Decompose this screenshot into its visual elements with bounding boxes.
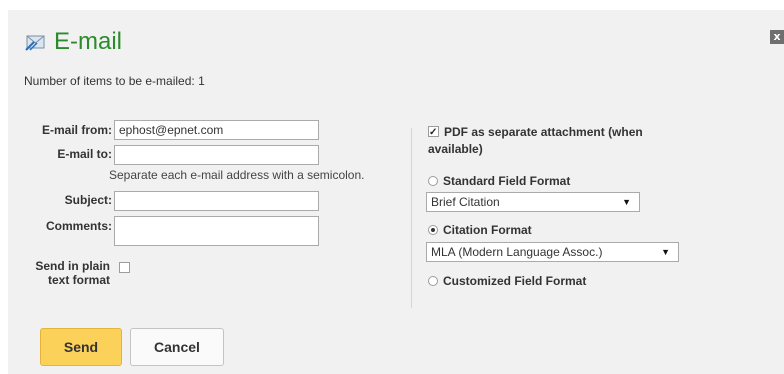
standard-format-option[interactable]: Standard Field Format	[428, 174, 570, 188]
chevron-down-icon: ▼	[661, 247, 670, 257]
customized-format-option[interactable]: Customized Field Format	[428, 274, 586, 288]
email-to-field[interactable]	[114, 145, 319, 165]
citation-format-value: MLA (Modern Language Assoc.)	[431, 245, 603, 259]
standard-format-radio[interactable]	[428, 176, 438, 186]
subject-label: Subject:	[64, 193, 112, 207]
pdf-attachment-label-line2: available)	[428, 142, 483, 156]
customized-format-label: Customized Field Format	[443, 274, 587, 288]
dialog-title: E-mail	[24, 28, 122, 56]
email-to-hint: Separate each e-mail address with a semi…	[109, 168, 365, 182]
citation-format-option[interactable]: Citation Format	[428, 223, 532, 237]
pdf-attachment-checkbox[interactable]	[428, 124, 439, 141]
items-count: Number of items to be e-mailed: 1	[24, 74, 205, 88]
column-divider	[411, 128, 412, 308]
email-dialog: x E-mail Number of items to be e-mailed:…	[8, 10, 784, 374]
comments-label: Comments:	[45, 219, 112, 233]
comments-field[interactable]	[114, 216, 319, 246]
plain-text-label: Send in plain text format	[18, 259, 110, 287]
citation-format-select[interactable]: MLA (Modern Language Assoc.) ▼	[426, 242, 679, 262]
cancel-button[interactable]: Cancel	[130, 328, 224, 366]
send-button[interactable]: Send	[40, 328, 122, 366]
envelope-icon	[25, 35, 45, 51]
customized-format-radio[interactable]	[428, 276, 438, 286]
plain-text-checkbox[interactable]	[119, 262, 130, 273]
chevron-down-icon: ▼	[622, 197, 631, 207]
pdf-attachment-option[interactable]: PDF as separate attachment (when availab…	[428, 124, 643, 158]
pdf-attachment-label-line1: PDF as separate attachment (when	[444, 125, 643, 139]
citation-format-label: Citation Format	[443, 223, 532, 237]
to-label: E-mail to:	[57, 147, 112, 161]
standard-format-value: Brief Citation	[431, 195, 500, 209]
dialog-title-text: E-mail	[54, 28, 123, 55]
plain-text-label-line2: text format	[47, 273, 110, 287]
close-icon[interactable]: x	[770, 30, 784, 44]
standard-format-select[interactable]: Brief Citation ▼	[426, 192, 640, 212]
plain-text-label-line1: Send in plain	[35, 259, 110, 273]
subject-field[interactable]	[114, 191, 319, 211]
from-label: E-mail from:	[41, 123, 112, 137]
citation-format-radio[interactable]	[428, 225, 438, 235]
email-from-field[interactable]: ephost@epnet.com	[114, 120, 319, 140]
standard-format-label: Standard Field Format	[443, 174, 571, 188]
